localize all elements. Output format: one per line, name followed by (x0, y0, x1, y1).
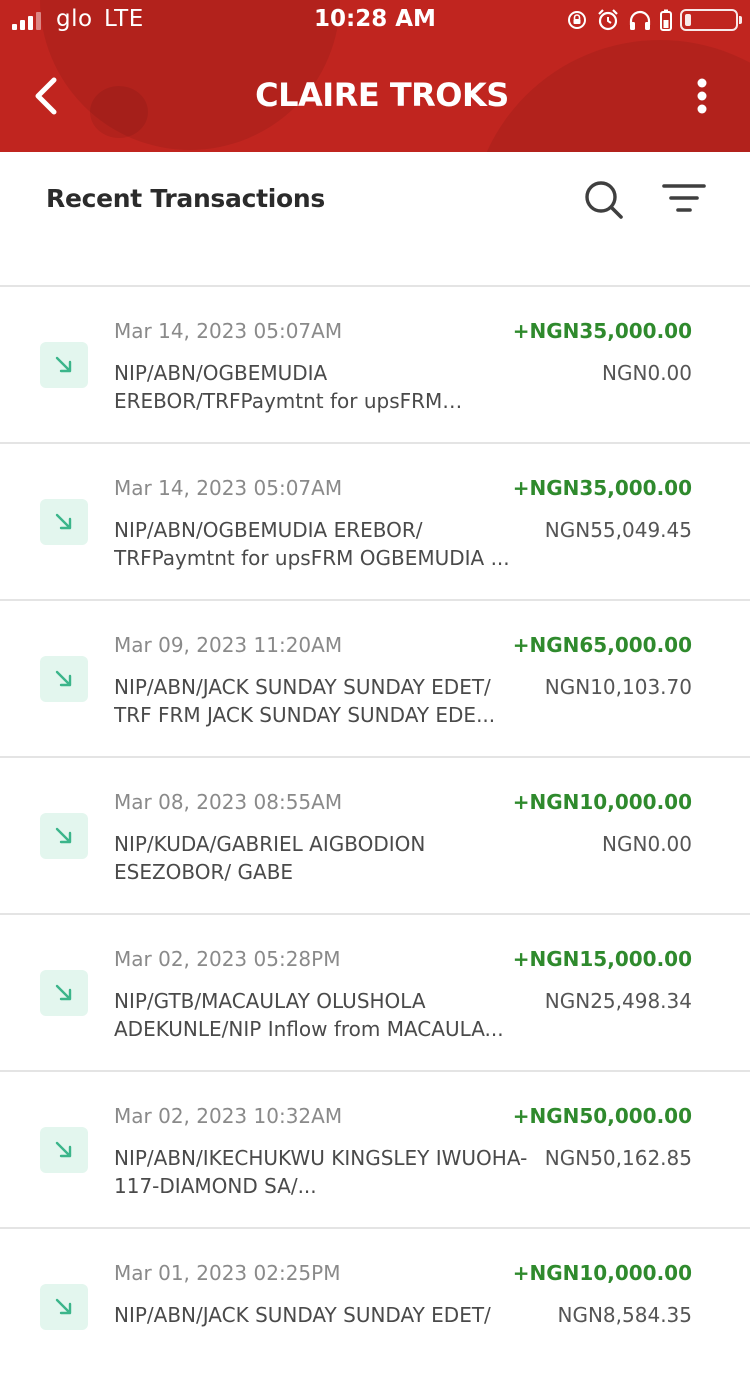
section-title: Recent Transactions (46, 184, 325, 213)
transaction-date: Mar 02, 2023 10:32AM (114, 1104, 343, 1128)
transaction-amount: +NGN35,000.00 (512, 476, 692, 500)
incoming-arrow-icon (40, 656, 88, 702)
transaction-description: NIP/ABN/OGBEMUDIA EREBOR/TRFPaymtnt for … (114, 361, 443, 413)
transaction-description: NIP/ABN/OGBEMUDIA EREBOR/ TRFPaymtnt for… (114, 518, 510, 570)
back-button[interactable] (22, 72, 70, 120)
transaction-row[interactable]: Mar 09, 2023 11:20AM +NGN65,000.00 NIP/A… (0, 599, 750, 756)
chevron-left-icon (35, 77, 57, 115)
transaction-row[interactable]: Mar 08, 2023 08:55AM +NGN10,000.00 NIP/K… (0, 756, 750, 913)
transaction-description: NIP/ABN/IKECHUKWU KINGSLEY IWUOHA-117-DI… (114, 1146, 528, 1198)
transaction-balance: NGN55,049.45 (544, 518, 692, 542)
transaction-row[interactable]: Mar 02, 2023 10:32AM +NGN50,000.00 NIP/A… (0, 1070, 750, 1227)
transaction-balance: NGN25,498.34 (544, 989, 692, 1013)
transaction-date: Mar 09, 2023 11:20AM (114, 633, 343, 657)
transaction-balance: NGN8,584.35 (557, 1303, 692, 1327)
transaction-description: NIP/GTB/MACAULAY OLUSHOLA ADEKUNLE/NIP I… (114, 989, 504, 1041)
transaction-row[interactable]: Mar 14, 2023 05:07AM +NGN35,000.00 NIP/A… (0, 442, 750, 599)
more-options-button[interactable] (682, 76, 722, 116)
incoming-arrow-icon (40, 342, 88, 388)
more-vertical-icon (697, 78, 707, 114)
page-title: CLAIRE TROKS (255, 76, 509, 114)
transaction-balance: NGN50,162.85 (544, 1146, 692, 1170)
transactions-toolbar: Recent Transactions (0, 152, 750, 286)
app-header: glo LTE 10:28 AM CLAIRE TROKS (0, 0, 750, 152)
incoming-arrow-icon (40, 813, 88, 859)
transaction-balance: NGN0.00 (602, 832, 692, 856)
transaction-list: Mar 14, 2023 05:07AM +NGN35,000.00 NIP/A… (0, 285, 750, 1384)
transaction-amount: +NGN15,000.00 (512, 947, 692, 971)
headphones-icon (629, 10, 651, 30)
status-bar: glo LTE 10:28 AM (0, 0, 750, 40)
rotation-lock-icon (568, 11, 586, 29)
transaction-date: Mar 14, 2023 05:07AM (114, 476, 343, 500)
transaction-balance: NGN0.00 (602, 361, 692, 385)
transaction-amount: +NGN10,000.00 (512, 1261, 692, 1285)
status-icons (566, 8, 742, 32)
filter-button[interactable] (660, 180, 708, 220)
transaction-description: NIP/ABN/JACK SUNDAY SUNDAY EDET/ TRF FRM… (114, 675, 496, 727)
transaction-row[interactable]: Mar 14, 2023 05:07AM +NGN35,000.00 NIP/A… (0, 285, 750, 442)
incoming-arrow-icon (40, 1127, 88, 1173)
incoming-arrow-icon (40, 970, 88, 1016)
transaction-amount: +NGN35,000.00 (512, 319, 692, 343)
device-battery-icon (660, 9, 672, 31)
transaction-date: Mar 08, 2023 08:55AM (114, 790, 343, 814)
transaction-amount: +NGN10,000.00 (512, 790, 692, 814)
transaction-date: Mar 14, 2023 05:07AM (114, 319, 343, 343)
transaction-amount: +NGN50,000.00 (512, 1104, 692, 1128)
alarm-icon (598, 9, 618, 31)
header-decoration (90, 86, 148, 138)
transaction-row[interactable]: Mar 01, 2023 02:25PM +NGN10,000.00 NIP/A… (0, 1227, 750, 1384)
search-icon (585, 181, 623, 219)
transaction-balance: NGN10,103.70 (544, 675, 692, 699)
transaction-date: Mar 01, 2023 02:25PM (114, 1261, 341, 1285)
transaction-description: NIP/ABN/JACK SUNDAY SUNDAY EDET/ (114, 1303, 491, 1327)
transaction-amount: +NGN65,000.00 (512, 633, 692, 657)
transaction-date: Mar 02, 2023 05:28PM (114, 947, 341, 971)
filter-icon (662, 184, 706, 212)
incoming-arrow-icon (40, 499, 88, 545)
battery-icon (680, 9, 742, 31)
transaction-row[interactable]: Mar 02, 2023 05:28PM +NGN15,000.00 NIP/G… (0, 913, 750, 1070)
search-button[interactable] (582, 178, 626, 222)
incoming-arrow-icon (40, 1284, 88, 1330)
transaction-description: NIP/KUDA/GABRIEL AIGBODION ESEZOBOR/ GAB… (114, 832, 426, 884)
